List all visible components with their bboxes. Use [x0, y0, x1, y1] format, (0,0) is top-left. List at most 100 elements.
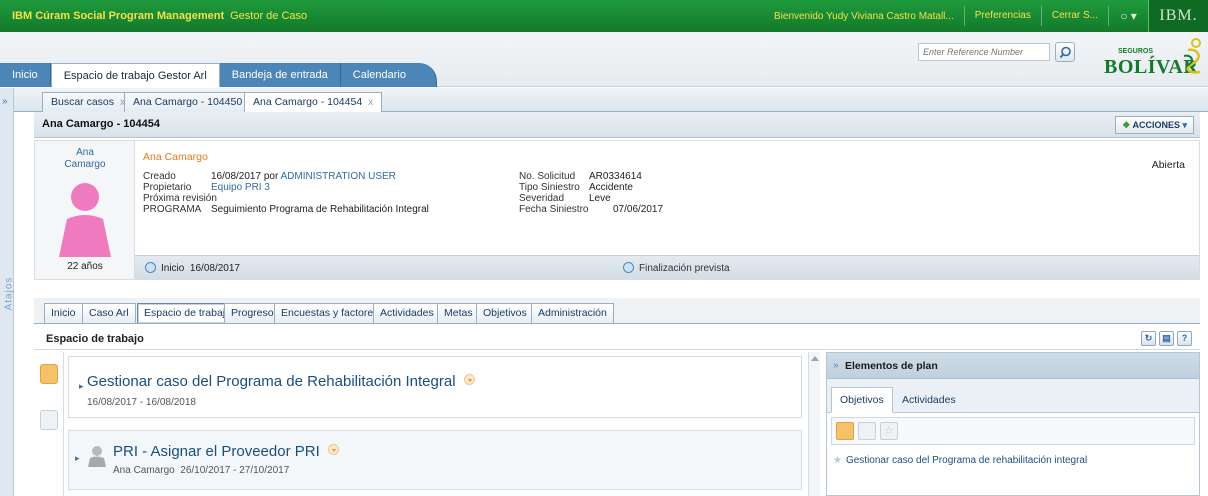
- request-label: No. Solicitud: [519, 171, 576, 182]
- next-review-label: Próxima revisión: [143, 193, 217, 204]
- search-button[interactable]: [1055, 42, 1075, 62]
- program-value: Seguimiento Programa de Rehabilitación I…: [211, 204, 429, 215]
- list-view-icon[interactable]: [40, 364, 58, 384]
- add-objective-icon[interactable]: [836, 422, 854, 440]
- tab-calendar[interactable]: Calendario: [340, 63, 437, 87]
- search-icon: [1059, 46, 1071, 59]
- owner-link[interactable]: Equipo PRI 3: [211, 182, 270, 193]
- tab-case-104450[interactable]: Ana Camargo - 104450x: [124, 92, 263, 112]
- person-age: 22 años: [67, 261, 103, 272]
- subtab-goals[interactable]: Metas: [437, 303, 480, 323]
- collapse-icon[interactable]: »: [833, 360, 839, 371]
- subtab-surveys[interactable]: Encuestas y factores: [274, 303, 386, 323]
- workspace-view-switcher: [34, 352, 64, 496]
- plan-elements-tabs: Objetivos Actividades: [827, 379, 1199, 413]
- plan-elements-panel: » Elementos de plan Objetivos Actividade…: [826, 352, 1200, 496]
- shortcuts-label: Atajos: [3, 276, 15, 311]
- chevron-down-icon: ▾: [1179, 120, 1187, 130]
- actions-label: ACCIONES: [1132, 120, 1180, 130]
- seguros-bolivar-logo: SEGUROS BOLÍVAR: [1100, 36, 1205, 80]
- owner-label: Propietario: [143, 182, 192, 193]
- tab-objectives[interactable]: Objetivos: [831, 387, 893, 413]
- created-label: Creado: [143, 171, 176, 182]
- subtab-progress[interactable]: Progreso: [224, 303, 281, 323]
- subtab-workspace[interactable]: Espacio de trabajo: [137, 303, 238, 323]
- dropdown-icon[interactable]: [463, 374, 475, 385]
- plan-dates: 16/08/2017 - 16/08/2018: [87, 397, 196, 408]
- tab-label: Buscar casos: [51, 96, 115, 108]
- logo-small-text: SEGUROS: [1118, 48, 1154, 55]
- scroll-up-icon[interactable]: [811, 356, 819, 361]
- claim-date-value: 07/06/2017: [613, 204, 664, 215]
- subtab-objectives[interactable]: Objetivos: [476, 303, 534, 323]
- tab-activities[interactable]: Actividades: [893, 387, 965, 413]
- clock-icon: [623, 262, 634, 273]
- claim-type-value: Accidente: [589, 182, 633, 193]
- actions-icon: ❖: [1122, 120, 1133, 130]
- created-by-link[interactable]: ADMINISTRATION USER: [281, 171, 396, 182]
- request-value: AR0334614: [589, 171, 642, 182]
- workspace-tools: ↻ ▤ ?: [1141, 331, 1192, 346]
- subtab-activities[interactable]: Actividades: [373, 303, 441, 323]
- claim-type-label: Tipo Siniestro: [519, 182, 580, 193]
- subtab-case-arl[interactable]: Caso Arl: [82, 303, 136, 323]
- tab-search-cases[interactable]: Buscar casos x: [42, 92, 135, 112]
- dropdown-icon[interactable]: [327, 444, 339, 455]
- objective-item[interactable]: ★ Gestionar caso del Programa de rehabili…: [833, 455, 1087, 466]
- expand-icon[interactable]: »: [2, 96, 8, 107]
- star-icon[interactable]: ☆: [880, 422, 898, 440]
- plan-elements-toolbar: ☆: [831, 417, 1195, 445]
- print-icon[interactable]: ▤: [1159, 331, 1174, 346]
- plan-elements-header: » Elementos de plan: [827, 353, 1199, 379]
- case-status: Abierta: [1151, 159, 1185, 171]
- app-module: Gestor de Caso: [230, 10, 308, 22]
- case-sub-tabs: Inicio Caso Arl Espacio de trabajo Progr…: [34, 298, 1200, 324]
- reference-number-input[interactable]: [918, 43, 1050, 61]
- plan-item[interactable]: ▸ PRI - Asignar el Proveedor PRI Ana Cam…: [68, 430, 802, 490]
- plan-title[interactable]: PRI - Asignar el Proveedor PRI: [113, 443, 339, 460]
- calendar-view-icon[interactable]: [40, 410, 58, 430]
- edit-objective-icon[interactable]: [858, 422, 876, 440]
- subtab-administration[interactable]: Administración: [531, 303, 614, 323]
- tab-home[interactable]: Inicio: [0, 63, 51, 87]
- person-avatar-icon: [59, 183, 111, 257]
- subtab-home[interactable]: Inicio: [44, 303, 83, 323]
- help-icon[interactable]: ○ ▾: [1108, 6, 1148, 26]
- person-column: Ana Camargo 22 años: [35, 141, 135, 279]
- severity-value: Leve: [589, 193, 611, 204]
- workspace-title: Espacio de trabajo: [46, 333, 144, 345]
- help-icon[interactable]: ?: [1177, 331, 1192, 346]
- tab-workspace[interactable]: Espacio de trabajo Gestor Arl: [50, 63, 220, 87]
- case-summary: Ana Camargo 22 años Ana Camargo Creado 16…: [34, 140, 1200, 280]
- shortcuts-panel[interactable]: » Atajos: [0, 88, 14, 496]
- plan-item[interactable]: ▸ Gestionar caso del Programa de Rehabil…: [68, 356, 802, 418]
- severity-label: Severidad: [519, 193, 565, 204]
- case-title-bar: Ana Camargo - 104454 ❖ ACCIONES ▾: [34, 112, 1200, 138]
- preferences-link[interactable]: Preferencias: [963, 6, 1041, 26]
- clock-icon: [145, 262, 156, 273]
- close-icon[interactable]: x: [368, 97, 373, 108]
- plan-title[interactable]: Gestionar caso del Programa de Rehabilit…: [87, 373, 475, 390]
- person-name-link[interactable]: Ana Camargo: [35, 147, 135, 171]
- tab-label: Ana Camargo - 104454: [253, 96, 363, 108]
- ibm-logo: IBM.: [1148, 0, 1208, 32]
- actions-button[interactable]: ❖ ACCIONES ▾: [1115, 116, 1194, 134]
- expand-arrow-icon[interactable]: ▸: [75, 453, 80, 464]
- tab-inbox[interactable]: Bandeja de entrada: [219, 63, 341, 87]
- plan-dates: Ana Camargo 26/10/2017 - 27/10/2017: [113, 465, 290, 476]
- tab-label: Ana Camargo - 104450: [133, 96, 243, 108]
- case-tabs: Buscar casosx Ana Camargo - 104450x Ana …: [14, 88, 1208, 113]
- refresh-icon[interactable]: ↻: [1141, 331, 1156, 346]
- top-bar-right: Bienvenido Yudy Viviana Castro Matall...…: [764, 0, 1208, 32]
- date-bar: Inicio 16/08/2017 Finalización prevista: [135, 255, 1199, 279]
- workspace-scrollbar[interactable]: [808, 352, 820, 496]
- case-info: Ana Camargo Creado 16/08/2017 por ADMINI…: [135, 141, 1199, 255]
- tab-case-104454[interactable]: Ana Camargo - 104454 x: [244, 92, 383, 113]
- person-icon: [88, 446, 106, 467]
- bolivar-figure-icon: [1183, 38, 1201, 74]
- person-name[interactable]: Ana Camargo: [143, 151, 208, 163]
- expand-arrow-icon[interactable]: ▸: [79, 381, 84, 392]
- logout-link[interactable]: Cerrar S...: [1040, 6, 1108, 26]
- workspace-header: Espacio de trabajo ↻ ▤ ?: [34, 328, 1200, 350]
- welcome-text: Bienvenido Yudy Viviana Castro Matall...: [773, 10, 954, 22]
